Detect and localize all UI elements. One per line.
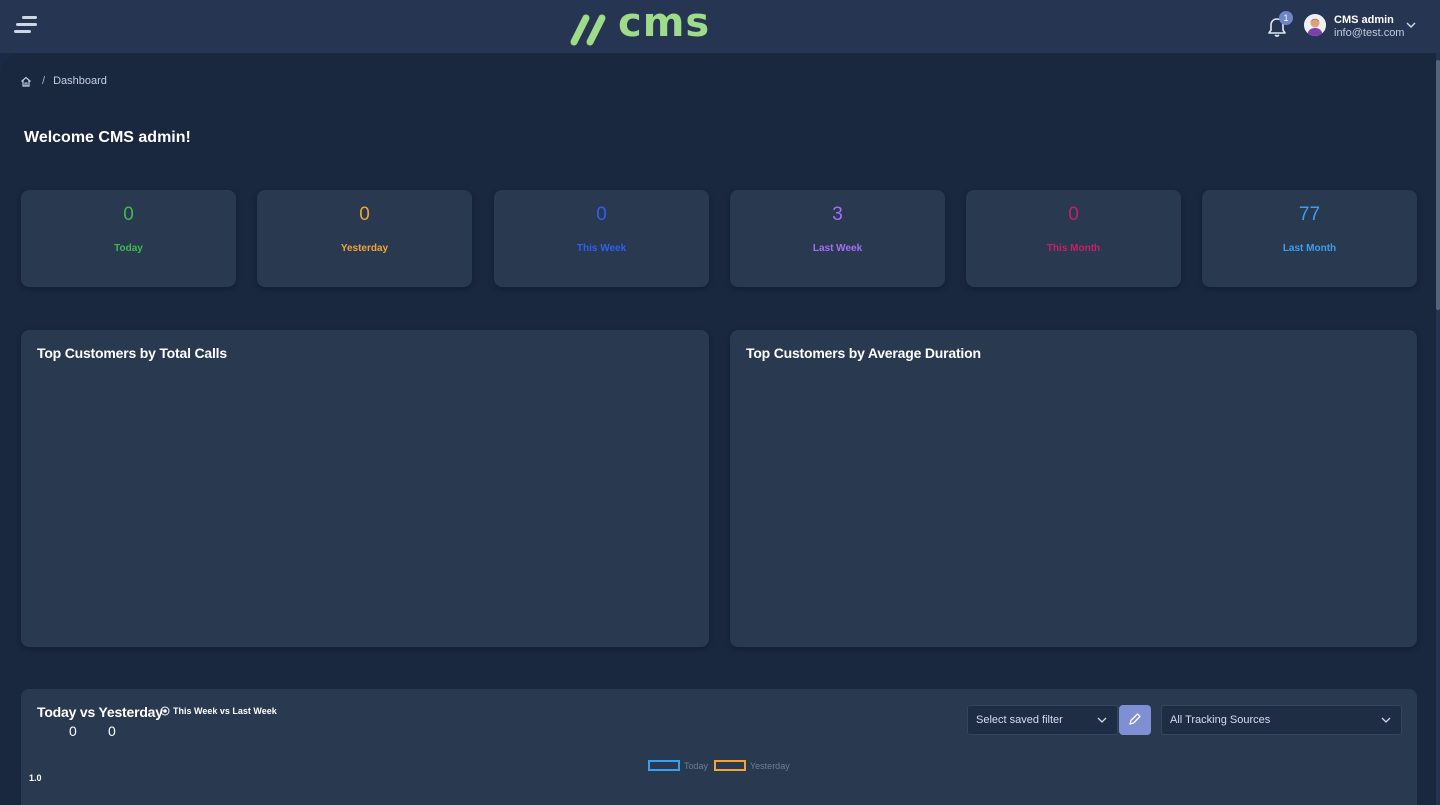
stat-value: 3 — [832, 204, 843, 225]
legend-label: Yesterday — [750, 760, 790, 771]
stat-card-this-week[interactable]: 0 This Week — [494, 190, 709, 287]
pencil-icon — [1129, 713, 1141, 725]
user-name[interactable]: CMS admin — [1334, 14, 1394, 26]
stat-card-this-month[interactable]: 0 This Month — [966, 190, 1181, 287]
chevron-down-icon — [1381, 717, 1391, 723]
stat-card-last-month[interactable]: 77 Last Month — [1202, 190, 1417, 287]
tracking-sources-value: All Tracking Sources — [1170, 714, 1271, 726]
top-customers-total-calls-panel: Top Customers by Total Calls — [21, 330, 709, 647]
app-logo[interactable]: cms — [568, 0, 738, 48]
chevron-down-icon — [1097, 717, 1107, 723]
stat-label: This Week — [576, 243, 627, 254]
legend-label: Today — [684, 760, 709, 771]
stat-value: 0 — [1068, 204, 1079, 225]
breadcrumb: / Dashboard — [20, 74, 107, 88]
panel-title: Top Customers by Average Duration — [746, 345, 981, 361]
tracking-sources-select[interactable]: All Tracking Sources — [1161, 705, 1402, 735]
week-comparison-label: This Week vs Last Week — [173, 706, 277, 716]
legend-swatch — [648, 760, 680, 771]
stat-label: Last Month — [1282, 243, 1337, 254]
stat-value: 77 — [1298, 204, 1321, 225]
radio-icon — [160, 706, 170, 716]
scrollbar-thumb[interactable] — [1436, 60, 1440, 310]
logo-text: cms — [618, 0, 711, 46]
legend-item-today[interactable]: Today — [648, 760, 708, 771]
stat-label: Last Week — [812, 243, 863, 254]
top-customers-average-duration-panel: Top Customers by Average Duration — [730, 330, 1417, 647]
panel-title: Top Customers by Total Calls — [37, 345, 227, 361]
stat-label: Yesterday — [340, 243, 389, 254]
user-email: info@test.com — [1334, 27, 1405, 39]
saved-filter-select[interactable]: Select saved filter — [967, 705, 1118, 735]
notification-badge: 1 — [1279, 11, 1293, 25]
breadcrumb-current: Dashboard — [53, 75, 107, 87]
page-title: Welcome CMS admin! — [24, 129, 191, 146]
edit-filter-button[interactable] — [1119, 705, 1151, 735]
stat-label: This Month — [1046, 243, 1101, 254]
today-total: 0 — [69, 723, 77, 739]
stat-value: 0 — [596, 204, 607, 225]
stat-value: 0 — [359, 204, 370, 225]
avatar[interactable] — [1304, 14, 1326, 36]
legend-swatch — [714, 760, 746, 771]
stat-card-yesterday[interactable]: 0 Yesterday — [257, 190, 472, 287]
y-axis-tick: 1.0 — [29, 773, 42, 783]
stat-value: 0 — [123, 204, 134, 225]
comparison-title: Today vs Yesterday — [37, 704, 163, 720]
stat-card-today[interactable]: 0 Today — [21, 190, 236, 287]
user-menu-chevron-down-icon[interactable] — [1405, 20, 1417, 30]
menu-toggle-icon[interactable] — [14, 14, 40, 36]
logo-mark-icon — [570, 14, 606, 46]
saved-filter-placeholder: Select saved filter — [976, 714, 1063, 726]
stat-card-last-week[interactable]: 3 Last Week — [730, 190, 945, 287]
week-comparison-toggle[interactable]: This Week vs Last Week — [160, 706, 277, 716]
comparison-panel: Today vs Yesterday This Week vs Last Wee… — [21, 689, 1417, 805]
legend-item-yesterday[interactable]: Yesterday — [714, 760, 790, 771]
yesterday-total: 0 — [108, 723, 116, 739]
home-icon[interactable] — [20, 76, 32, 87]
stat-label: Today — [114, 243, 143, 254]
breadcrumb-separator: / — [42, 75, 46, 87]
